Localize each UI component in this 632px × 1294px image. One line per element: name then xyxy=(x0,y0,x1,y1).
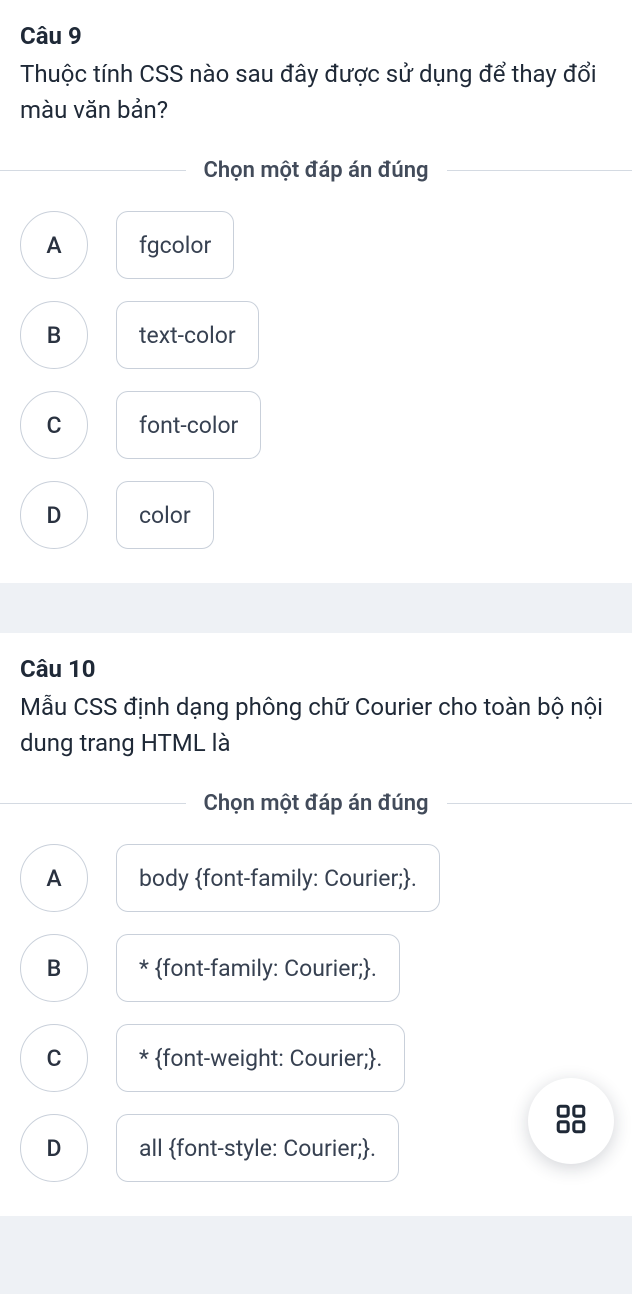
instruction-label: Chọn một đáp án đúng xyxy=(186,158,447,183)
option-row[interactable]: C * {font-weight: Courier;}. xyxy=(20,1024,612,1092)
options-list: A body {font-family: Courier;}. B * {fon… xyxy=(20,844,612,1182)
option-answer: text-color xyxy=(116,301,259,369)
option-letter: A xyxy=(20,211,88,279)
option-answer: * {font-family: Courier;}. xyxy=(116,934,400,1002)
question-title: Câu 9 xyxy=(20,22,612,50)
question-text: Thuộc tính CSS nào sau đây được sử dụng … xyxy=(20,56,612,128)
option-answer: font-color xyxy=(116,391,261,459)
option-letter: D xyxy=(20,1114,88,1182)
option-letter: D xyxy=(20,481,88,549)
question-gap xyxy=(0,583,632,633)
option-row[interactable]: C font-color xyxy=(20,391,612,459)
option-row[interactable]: A body {font-family: Courier;}. xyxy=(20,844,612,912)
option-row[interactable]: D all {font-style: Courier;}. xyxy=(20,1114,612,1182)
question-title: Câu 10 xyxy=(20,655,612,683)
instruction-divider: Chọn một đáp án đúng xyxy=(0,791,632,816)
divider-line xyxy=(0,170,186,171)
grid-icon xyxy=(554,1102,588,1140)
divider-line xyxy=(447,803,632,804)
grid-fab-button[interactable] xyxy=(528,1078,614,1164)
option-row[interactable]: B text-color xyxy=(20,301,612,369)
option-row[interactable]: B * {font-family: Courier;}. xyxy=(20,934,612,1002)
option-answer: color xyxy=(116,481,214,549)
option-answer: fgcolor xyxy=(116,211,234,279)
option-letter: B xyxy=(20,934,88,1002)
option-letter: B xyxy=(20,301,88,369)
divider-line xyxy=(0,803,186,804)
option-answer: body {font-family: Courier;}. xyxy=(116,844,440,912)
option-answer: * {font-weight: Courier;}. xyxy=(116,1024,405,1092)
option-row[interactable]: A fgcolor xyxy=(20,211,612,279)
option-row[interactable]: D color xyxy=(20,481,612,549)
option-letter: C xyxy=(20,391,88,459)
option-answer: all {font-style: Courier;}. xyxy=(116,1114,399,1182)
question-card-9: Câu 9 Thuộc tính CSS nào sau đây được sử… xyxy=(0,0,632,583)
options-list: A fgcolor B text-color C font-color D co… xyxy=(20,211,612,549)
instruction-divider: Chọn một đáp án đúng xyxy=(0,158,632,183)
question-text: Mẫu CSS định dạng phông chữ Courier cho … xyxy=(20,689,612,761)
option-letter: A xyxy=(20,844,88,912)
divider-line xyxy=(447,170,632,171)
option-letter: C xyxy=(20,1024,88,1092)
instruction-label: Chọn một đáp án đúng xyxy=(186,791,447,816)
